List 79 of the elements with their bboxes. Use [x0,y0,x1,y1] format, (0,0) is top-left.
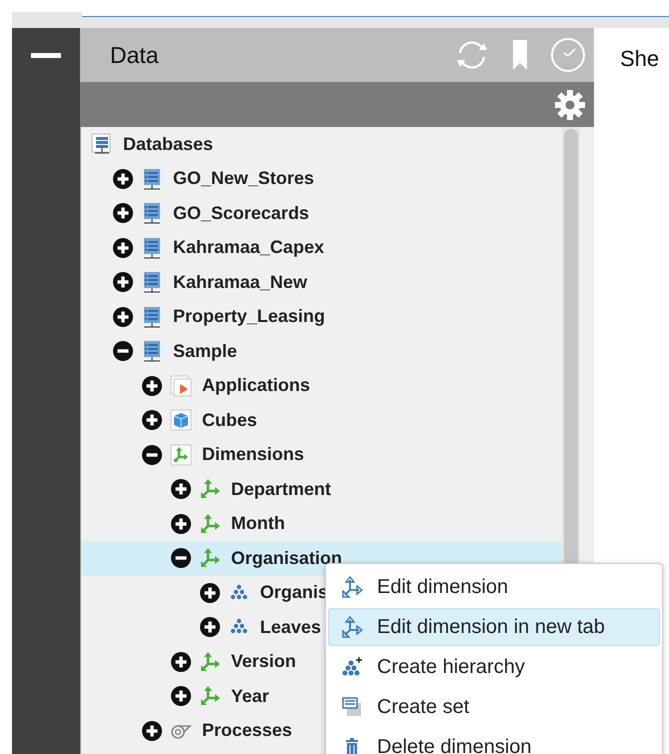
expand-icon[interactable] [171,479,191,500]
tree-label: Year [231,686,270,707]
expand-icon[interactable] [113,203,133,224]
dimension-icon [199,547,221,570]
tree-label: Leaves [260,616,322,638]
tree-label: Organis [260,582,328,604]
tree-item[interactable]: Property_Leasing [81,300,562,334]
tree-label: Property_Leasing [173,306,326,328]
menu-label: Create set [377,696,470,718]
expand-icon[interactable] [200,582,220,603]
tree-item[interactable]: Sample [81,334,562,368]
settings-icon[interactable] [554,88,586,120]
database-icon [141,168,163,190]
tree-label: Department [231,478,332,500]
tree-label: Applications [202,375,310,396]
expand-icon[interactable] [113,238,133,258]
database-icon [141,271,163,294]
dimension-icon [170,444,192,466]
dimension-icon [341,576,363,598]
panel-title: Data [110,42,160,68]
dimension-icon [341,616,363,638]
tree-label: Organisation [231,548,342,569]
dimension-icon [199,685,221,708]
tree-item[interactable]: Databases [81,127,562,162]
menu-item[interactable]: Create hierarchy [328,648,660,686]
tree-label: Kahramaa_New [173,272,308,293]
collapse-icon[interactable] [113,341,133,362]
tree-item[interactable]: Dimensions [81,438,562,472]
tree-label: Month [231,513,285,534]
tree-label: Sample [173,340,238,362]
expand-icon[interactable] [113,272,133,292]
cube-icon [170,409,192,432]
expand-icon[interactable] [142,720,162,741]
expand-icon[interactable] [171,652,191,672]
dimension-icon [199,650,221,673]
menu-label: Create hierarchy [377,656,525,678]
expand-icon[interactable] [142,410,162,430]
menu-item[interactable]: Create set [328,688,660,726]
sheet-title: She [620,46,660,71]
dimension-icon [199,478,221,500]
expand-icon[interactable] [142,376,162,396]
menu-label: Edit dimension in new tab [377,616,605,638]
hierarchy-add-icon [341,656,363,678]
tree-item[interactable]: Kahramaa_Capex [81,230,562,265]
tree-label: Cubes [202,410,258,431]
tree-item[interactable]: Kahramaa_New [81,265,562,300]
expand-icon[interactable] [113,306,133,327]
tree-item[interactable]: GO_Scorecards [81,196,562,230]
database-icon [141,340,163,362]
menu-item[interactable]: Delete dimension [328,728,660,754]
collapse-icon[interactable] [142,444,162,465]
expand-icon[interactable] [171,686,191,706]
set-icon [341,696,363,718]
tree-label: GO_Scorecards [173,202,310,224]
expand-icon[interactable] [200,617,220,638]
menu-label: Edit dimension [377,576,508,598]
tree-item[interactable]: GO_New_Stores [81,162,562,196]
database-icon [141,236,163,259]
tree-item[interactable]: Department [81,472,562,506]
menu-item[interactable]: Edit dimension in new tab [328,608,660,646]
dimension-icon [199,512,221,535]
tree-label: Dimensions [202,444,304,466]
tree-item[interactable]: Applications [81,368,562,403]
tree-label: Processes [202,720,292,742]
expand-icon[interactable] [171,514,191,534]
tree-label: Version [231,651,296,672]
tree-item[interactable]: Cubes [81,403,562,438]
tree-label: Kahramaa_Capex [173,237,324,258]
collapse-icon[interactable] [171,548,191,568]
database-icon [91,133,113,156]
tree-label: Databases [123,134,214,155]
database-icon [141,202,163,224]
tree-label: GO_New_Stores [173,168,314,190]
expand-icon[interactable] [113,168,133,189]
input-field[interactable] [82,12,669,17]
database-icon [141,306,163,328]
tree-item[interactable]: Month [81,506,562,541]
applications-icon [170,374,192,397]
menu-label: Delete dimension [377,736,532,754]
